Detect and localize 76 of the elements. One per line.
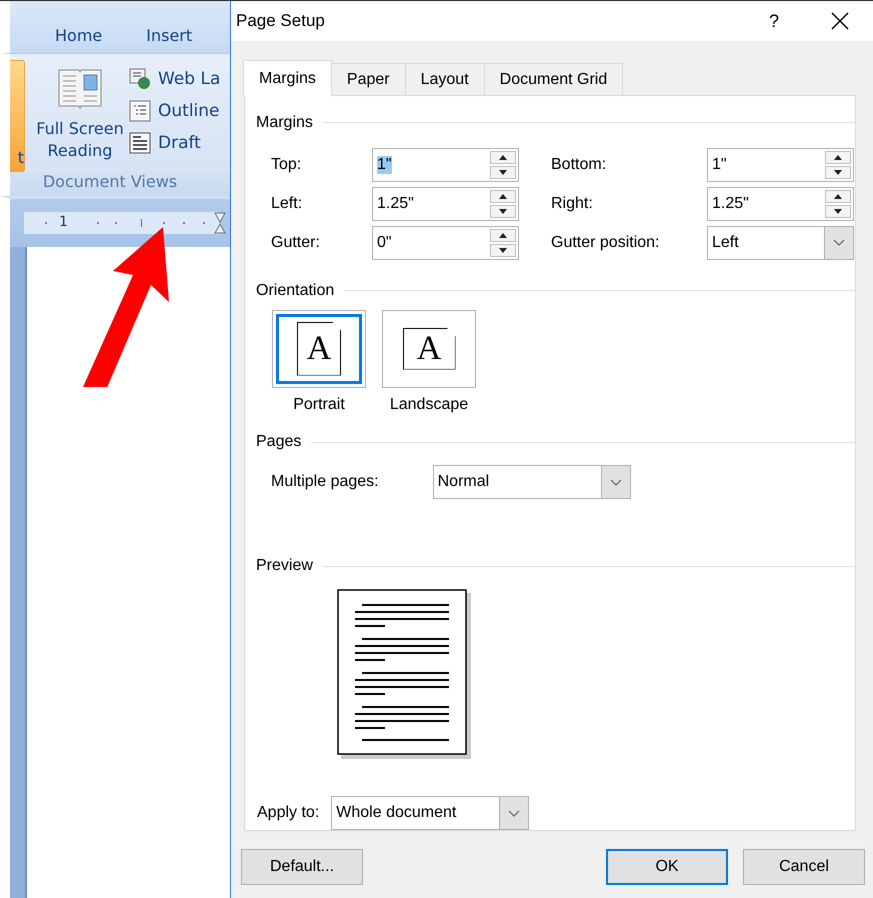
view-button[interactable]: Outline: [129, 100, 220, 122]
field-value: 0": [377, 234, 392, 252]
dropdown-field[interactable]: Normal: [432, 465, 631, 500]
dialog-tab[interactable]: Margins: [243, 60, 332, 96]
field-label: Multiple pages:: [271, 473, 379, 492]
dialog-button[interactable]: Default...: [241, 849, 363, 885]
orientation-label: Landscape: [390, 396, 468, 414]
chevron-down-icon: [610, 478, 622, 486]
field-value: 1": [712, 156, 727, 174]
field-value: 1.25": [377, 194, 414, 213]
down-arrow-icon: [834, 170, 842, 175]
field-label: Left:: [271, 194, 304, 213]
help-button[interactable]: ?: [768, 10, 779, 32]
up-arrow-icon: [834, 194, 842, 199]
orientation-button[interactable]: A: [272, 310, 366, 388]
spin-up-button[interactable]: [490, 150, 516, 164]
spin-field[interactable]: 1": [707, 148, 854, 182]
field-value: Left: [712, 234, 739, 252]
field-label: Gutter position:: [551, 234, 660, 252]
icon-letter: A: [416, 332, 442, 366]
spin-down-button[interactable]: [490, 244, 516, 257]
chevron-down-icon: [508, 810, 520, 816]
view-button[interactable]: Draft: [129, 132, 220, 154]
ok-button[interactable]: OK: [606, 849, 728, 885]
down-arrow-icon: [834, 208, 842, 214]
orientation-button[interactable]: A: [382, 310, 476, 388]
field-label: Bottom:: [551, 156, 608, 174]
section-title: Preview: [256, 557, 313, 576]
field-label: Gutter:: [271, 234, 321, 252]
up-arrow-icon: [834, 154, 842, 160]
indent-marker-icon[interactable]: [214, 212, 226, 234]
spin-down-button[interactable]: [490, 166, 516, 179]
spin-field[interactable]: 1.25": [707, 186, 854, 221]
web-page-icon: [129, 68, 151, 90]
section-title: Pages: [256, 433, 302, 452]
spin-up-button[interactable]: [825, 190, 851, 203]
spin-down-button[interactable]: [490, 204, 516, 218]
spin-field[interactable]: 1": [372, 148, 519, 182]
ribbon-tab[interactable]: Insert: [146, 26, 192, 45]
ribbon-tab[interactable]: Home: [55, 26, 102, 45]
up-arrow-icon: [499, 154, 507, 160]
dropdown-field[interactable]: Left: [707, 226, 854, 260]
chevron-down-icon: [833, 239, 845, 246]
spin-up-button[interactable]: [490, 190, 516, 203]
spin-up-button[interactable]: [490, 228, 516, 242]
dialog-button[interactable]: Cancel: [743, 849, 865, 885]
down-arrow-icon: [499, 208, 507, 214]
spin-up-button[interactable]: [825, 150, 851, 164]
ribbon-button[interactable]: t: [10, 60, 25, 172]
close-icon[interactable]: [831, 12, 849, 30]
down-arrow-icon: [499, 170, 507, 175]
icon-letter: A: [306, 332, 332, 366]
dropdown-field[interactable]: Whole document: [331, 796, 530, 830]
orientation-label: Portrait: [293, 396, 345, 414]
section-title: Margins: [256, 114, 313, 132]
field-label: Right:: [551, 194, 594, 213]
field-label: Apply to:: [257, 804, 320, 822]
group-label: Document Views: [10, 172, 230, 196]
section-title: Orientation: [256, 282, 334, 300]
spin-down-button[interactable]: [825, 166, 851, 179]
down-arrow-icon: [499, 248, 507, 253]
field-value: 1.25": [712, 194, 749, 213]
field-label: Top:: [271, 156, 302, 174]
up-arrow-icon: [499, 194, 507, 199]
dialog-title: Page Setup: [236, 11, 326, 31]
spin-down-button[interactable]: [825, 204, 851, 218]
field-value: 1": [377, 156, 392, 174]
spin-field[interactable]: 1.25": [372, 186, 519, 221]
ruler-number: 1: [59, 214, 68, 230]
dialog-tab[interactable]: Document Grid: [484, 63, 624, 95]
view-button[interactable]: Full Screen Reading: [32, 118, 128, 162]
up-arrow-icon: [499, 232, 507, 238]
spin-field[interactable]: 0": [372, 226, 519, 260]
view-button[interactable]: Web La: [129, 68, 220, 90]
draft-icon: [129, 132, 151, 154]
outline-icon: [129, 100, 151, 122]
